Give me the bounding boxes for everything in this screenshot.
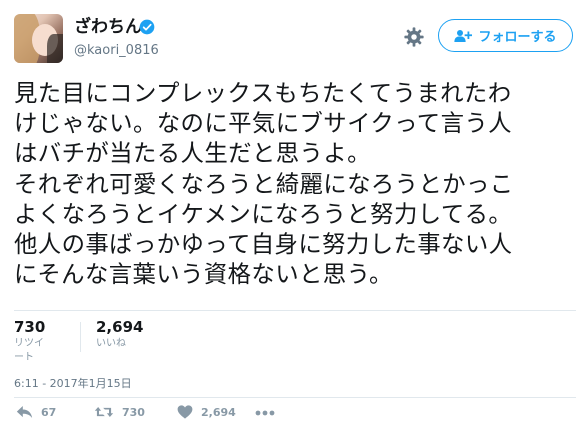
retweet-icon bbox=[94, 407, 114, 417]
heart-icon bbox=[177, 405, 193, 419]
tweet-text-line: けじゃない。なのに平気にブサイクって言う人 bbox=[14, 109, 512, 138]
retweets-stat[interactable]: 730 リツイート bbox=[14, 318, 45, 365]
tweet-timestamp[interactable]: 6:11 - 2017年1月15日 bbox=[14, 377, 132, 391]
divider bbox=[14, 310, 576, 311]
reply-button[interactable]: 67 bbox=[16, 405, 56, 419]
gear-icon[interactable] bbox=[403, 26, 425, 48]
stat-separator bbox=[80, 322, 81, 352]
retweet-button[interactable]: 730 bbox=[94, 405, 145, 419]
more-button[interactable] bbox=[255, 410, 275, 416]
retweets-count: 730 bbox=[14, 318, 46, 336]
tweet-text-line: よくなろうとイケメンになろうと努力してる。 bbox=[14, 199, 513, 228]
like-button[interactable]: 2,694 bbox=[177, 405, 236, 419]
follow-button[interactable]: フォローする bbox=[438, 19, 573, 52]
avatar[interactable] bbox=[14, 14, 63, 63]
tweet-actions: 67 730 2,694 bbox=[14, 402, 314, 426]
add-user-icon bbox=[454, 29, 473, 42]
retweets-label: リツイート bbox=[14, 338, 44, 363]
reply-icon bbox=[16, 406, 33, 418]
tweet-text: 見た目にコンプレックスもちたくてうまれたわ けじゃない。なのに平気にブサイクって… bbox=[14, 78, 580, 289]
likes-count: 2,694 bbox=[96, 318, 144, 336]
likes-stat[interactable]: 2,694 いいね bbox=[96, 318, 143, 351]
tweet-header: ざわちん @kaori_0816 フォローする bbox=[0, 0, 585, 72]
more-icon bbox=[255, 410, 275, 416]
tweet-text-line: 見た目にコンプレックスもちたくてうまれたわ bbox=[14, 79, 512, 107]
display-name[interactable]: ざわちん bbox=[74, 17, 142, 37]
likes-label: いいね bbox=[96, 338, 126, 349]
retweet-count: 730 bbox=[122, 405, 145, 419]
follow-button-label: フォローする bbox=[478, 30, 557, 45]
tweet-text-line: はバチが当たる人生だと思うよ。 bbox=[14, 139, 371, 168]
divider bbox=[14, 397, 576, 398]
reply-count: 67 bbox=[41, 405, 57, 419]
like-count: 2,694 bbox=[201, 405, 236, 419]
tweet-text-line: にそんな言葉いう資格ないと思う。 bbox=[14, 260, 393, 289]
verified-badge-icon bbox=[139, 19, 155, 35]
tweet-text-line: それぞれ可愛くなろうと綺麗になろうとかっこ bbox=[14, 169, 514, 198]
tweet-text-line: 他人の事ばっかゆって自身に努力した事ない人 bbox=[14, 230, 513, 259]
screen-name[interactable]: @kaori_0816 bbox=[74, 43, 159, 59]
